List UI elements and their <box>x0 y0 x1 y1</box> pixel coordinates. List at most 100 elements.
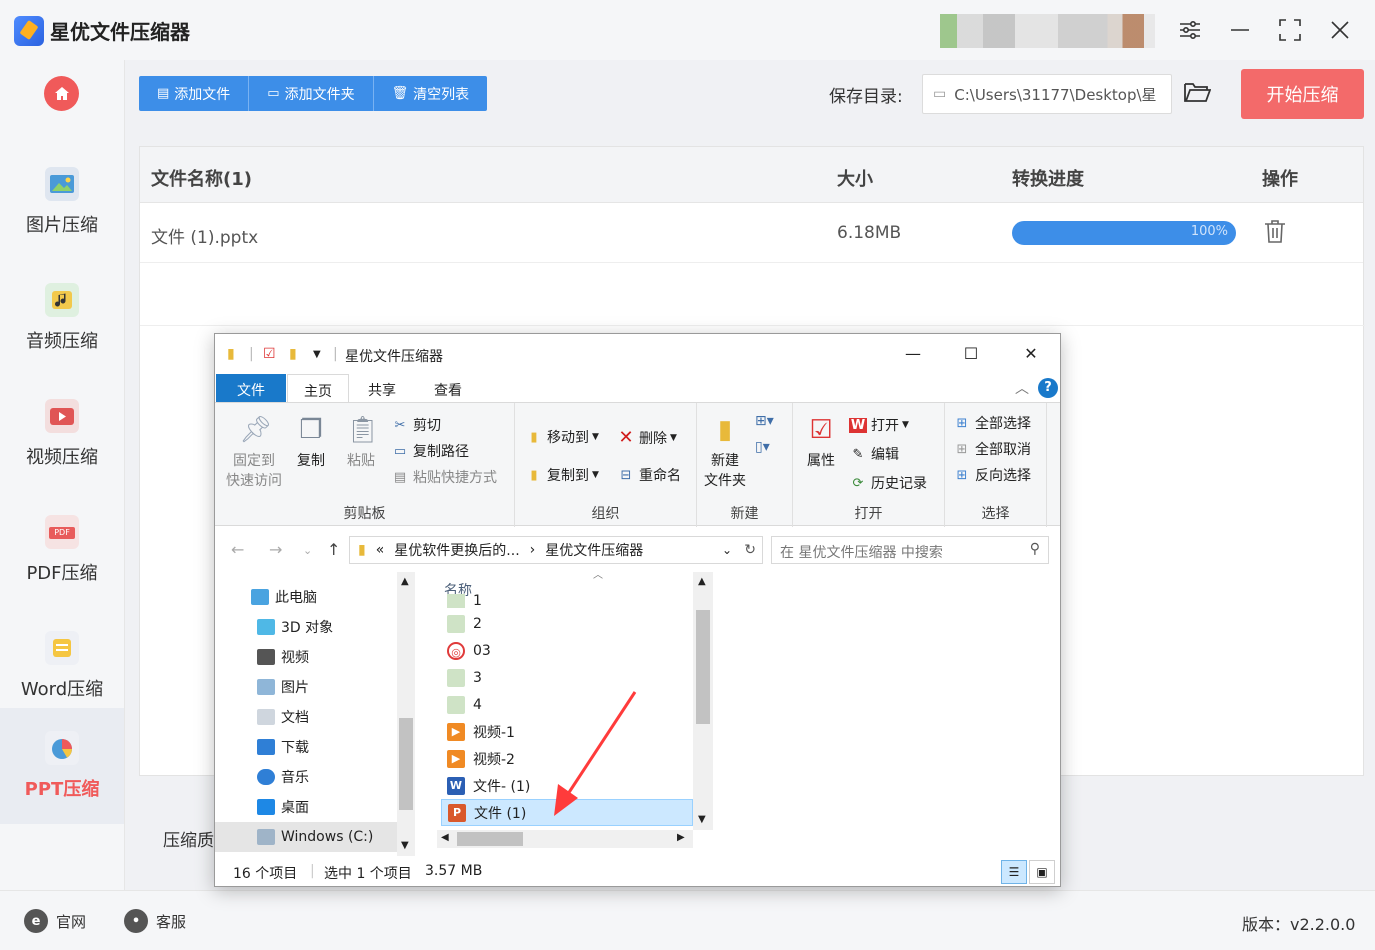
nav-item-this-pc[interactable]: 此电脑 <box>215 582 397 612</box>
tab-share[interactable]: 共享 <box>351 374 413 402</box>
list-item[interactable]: 2 <box>441 610 693 637</box>
move-to-label: 移动到 <box>547 430 589 446</box>
scroll-right-icon[interactable]: ▶ <box>677 832 685 843</box>
word-icon <box>45 631 79 665</box>
pin-quick-access-button[interactable]: 📌︎ 固定到 快速访问 <box>223 413 285 491</box>
sidebar-item-pdf-compress[interactable]: PDF PDF压缩 <box>0 492 124 608</box>
scroll-up-icon[interactable]: ▲ <box>698 576 706 587</box>
list-item[interactable]: ◎ 03 <box>441 637 693 664</box>
open-button[interactable]: W 打开 ▼ <box>849 415 909 435</box>
edit-button[interactable]: ✎ 编辑 <box>849 444 899 464</box>
clear-list-button[interactable]: 🗑︎ 清空列表 <box>374 76 488 111</box>
address-separator[interactable]: › <box>530 542 536 558</box>
paste-button[interactable]: 📋︎ 粘贴 <box>339 413 383 471</box>
user-avatar-blurred[interactable] <box>940 14 1155 48</box>
maximize-icon[interactable] <box>1276 16 1304 44</box>
properties-quick-icon[interactable]: ☑ <box>263 346 276 362</box>
up-arrow-icon[interactable]: ↑ <box>327 540 340 559</box>
nav-item-pictures[interactable]: 图片 <box>215 672 397 702</box>
copy-path-button[interactable]: ▭ 复制路径 <box>391 441 469 461</box>
move-to-button[interactable]: ▮ 移动到 ▼ <box>525 427 599 447</box>
sidebar-item-word-compress[interactable]: Word压缩 <box>0 608 124 724</box>
collapse-ribbon-icon[interactable]: ︿ <box>1015 378 1029 398</box>
nav-item-music[interactable]: 音乐 <box>215 762 397 792</box>
sidebar-item-audio-compress[interactable]: 音频压缩 <box>0 260 124 376</box>
nav-scroll-thumb[interactable] <box>399 718 413 810</box>
new-item-icon[interactable]: ⊞▾ <box>755 413 774 429</box>
save-dir-input[interactable]: ▭ C:\Users\31177\Desktop\星 <box>922 74 1172 114</box>
help-icon[interactable]: ? <box>1038 378 1058 398</box>
refresh-icon[interactable]: ↻ <box>744 542 756 558</box>
add-file-button[interactable]: ▤ 添加文件 <box>139 76 250 111</box>
forward-arrow-icon[interactable]: → <box>269 540 282 559</box>
progress-label: 100% <box>1190 224 1228 239</box>
new-folder-quick-icon[interactable]: ▮ <box>289 346 297 362</box>
compress-quality-label: 压缩质 <box>163 831 214 851</box>
add-folder-button[interactable]: ▭ 添加文件夹 <box>249 76 374 111</box>
address-segment-current[interactable]: 星优文件压缩器 <box>545 540 643 560</box>
delete-button[interactable]: ✕ 删除 ▼ <box>617 427 677 448</box>
nav-item-3d-objects[interactable]: 3D 对象 <box>215 612 397 642</box>
history-icon: ⟳ <box>852 475 864 491</box>
minimize-icon[interactable] <box>1226 16 1254 44</box>
nav-item-videos[interactable]: 视频 <box>215 642 397 672</box>
file-list-scrollbar[interactable]: ▲ ▼ <box>693 572 713 830</box>
select-none-button[interactable]: ⊞ 全部取消 <box>953 439 1031 459</box>
address-segment-parent[interactable]: 星优软件更换后的... <box>394 540 519 560</box>
nav-scrollbar[interactable]: ▲ ▼ <box>397 572 415 856</box>
scroll-down-icon[interactable]: ▼ <box>401 840 409 851</box>
tab-file[interactable]: 文件 <box>216 374 286 402</box>
nav-item-downloads[interactable]: 下载 <box>215 732 397 762</box>
rename-button[interactable]: ⊟ 重命名 <box>617 465 681 485</box>
back-arrow-icon[interactable]: ← <box>231 540 244 559</box>
close-icon[interactable] <box>1326 16 1354 44</box>
address-overflow[interactable]: « <box>376 542 385 558</box>
file-hscroll-thumb[interactable] <box>457 832 523 846</box>
explorer-minimize-icon[interactable]: — <box>903 344 923 364</box>
properties-button[interactable]: ☑ 属性 <box>799 413 843 471</box>
scroll-left-icon[interactable]: ◀ <box>441 832 449 843</box>
support-link[interactable]: • 客服 <box>124 909 186 933</box>
invert-selection-button[interactable]: ⊞ 反向选择 <box>953 465 1031 485</box>
table-row[interactable]: 文件 (1).pptx 6.18MB 100% <box>140 203 1363 263</box>
details-view-icon[interactable]: ☰ <box>1001 860 1027 884</box>
settings-sliders-icon[interactable] <box>1176 16 1204 44</box>
paste-shortcut-button[interactable]: ▤ 粘贴快捷方式 <box>391 467 497 487</box>
list-item[interactable]: 1 <box>441 594 693 608</box>
sidebar-item-video-compress[interactable]: 视频压缩 <box>0 376 124 492</box>
easy-access-icon[interactable]: ▯▾ <box>755 439 770 455</box>
file-scroll-thumb[interactable] <box>696 610 710 724</box>
select-all-button[interactable]: ⊞ 全部选择 <box>953 413 1031 433</box>
tab-home[interactable]: 主页 <box>287 374 349 402</box>
explorer-close-icon[interactable]: ✕ <box>1021 344 1041 364</box>
tab-view[interactable]: 查看 <box>417 374 479 402</box>
home-icon[interactable] <box>44 76 79 111</box>
sidebar-item-image-compress[interactable]: 图片压缩 <box>0 144 124 260</box>
list-item[interactable]: 3 <box>441 664 693 691</box>
sidebar-item-ppt-compress[interactable]: PPT压缩 <box>0 708 124 824</box>
dropdown-arrow-icon: ▼ <box>670 432 677 443</box>
nav-item-documents[interactable]: 文档 <box>215 702 397 732</box>
quick-access-dropdown-icon[interactable]: ▼ <box>313 349 321 360</box>
website-link[interactable]: e 官网 <box>24 909 86 933</box>
scroll-down-icon[interactable]: ▼ <box>698 814 706 825</box>
scroll-up-icon[interactable]: ▲ <box>401 576 409 587</box>
new-folder-button[interactable]: ▮ 新建 文件夹 <box>701 413 749 491</box>
large-icons-view-icon[interactable]: ▣ <box>1029 860 1055 884</box>
search-input[interactable]: 在 星优文件压缩器 中搜索 ⚲ <box>771 536 1049 564</box>
file-name: 3 <box>473 669 482 686</box>
recent-locations-icon[interactable]: ⌄ <box>303 544 312 557</box>
nav-item-desktop[interactable]: 桌面 <box>215 792 397 822</box>
copy-button[interactable]: ❐ 复制 <box>289 413 333 471</box>
address-dropdown-icon[interactable]: ⌄ <box>722 543 732 557</box>
history-button[interactable]: ⟳ 历史记录 <box>849 473 927 493</box>
delete-row-icon[interactable] <box>1264 219 1286 245</box>
nav-item-windows-c[interactable]: Windows (C:) <box>215 822 397 852</box>
copy-to-button[interactable]: ▮ 复制到 ▼ <box>525 465 599 485</box>
cut-button[interactable]: ✂ 剪切 <box>391 415 441 435</box>
start-compress-button[interactable]: 开始压缩 <box>1241 69 1364 119</box>
file-list-hscrollbar[interactable]: ◀ ▶ <box>437 830 693 848</box>
open-folder-icon[interactable] <box>1183 80 1212 108</box>
address-bar[interactable]: ▮ « 星优软件更换后的... › 星优文件压缩器 ⌄ ↻ <box>349 536 763 564</box>
explorer-maximize-icon[interactable]: ☐ <box>961 344 981 364</box>
